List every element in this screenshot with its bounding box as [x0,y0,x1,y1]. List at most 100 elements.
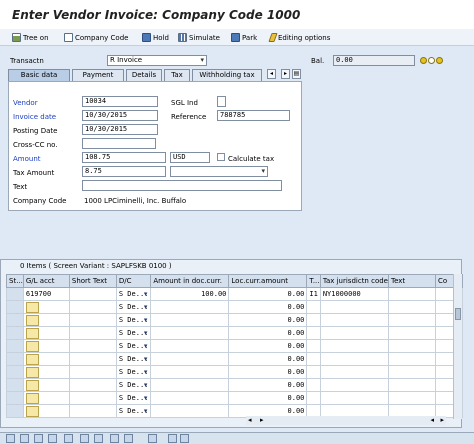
tab-scroll-right-icon[interactable]: ▸ [281,69,290,79]
tab-basic-data[interactable]: Basic data [8,69,70,81]
row-selector[interactable] [6,352,24,366]
column-header-amount-doc[interactable]: Amount in doc.curr. [150,274,230,288]
amount-doc-cell[interactable] [150,378,230,392]
tax-jurisdiction-cell[interactable] [319,326,389,340]
short-text-cell[interactable] [68,378,117,392]
amount-doc-cell[interactable] [150,313,230,327]
delete-row-icon[interactable] [48,434,57,443]
tax-code-cell[interactable] [306,365,321,379]
tab-details[interactable]: Details [126,69,162,81]
filter-icon[interactable] [110,434,119,443]
loc-amount-cell[interactable]: 0.00 [228,352,308,366]
dc-cell[interactable]: S De... [115,300,152,314]
dc-cell[interactable]: S De... [115,326,152,340]
gl-acct-cell[interactable] [22,326,70,340]
sgl-ind-input[interactable] [217,96,226,107]
gl-acct-cell[interactable] [22,378,70,392]
short-text-cell[interactable] [68,352,117,366]
text-cell[interactable] [387,352,436,366]
loc-amount-cell[interactable]: 0.00 [228,365,308,379]
scroll-left-icon[interactable]: ◂ [248,416,252,424]
vendor-input[interactable]: 10034 [82,96,158,107]
text-cell[interactable] [387,365,436,379]
account-box[interactable] [25,405,39,417]
gl-acct-cell[interactable] [22,352,70,366]
calculate-tax-checkbox[interactable] [217,153,225,161]
short-text-cell[interactable] [68,287,117,301]
tab-tax[interactable]: Tax [164,69,190,81]
layout-icon[interactable] [148,434,157,443]
account-box[interactable] [25,314,39,326]
tab-list-icon[interactable]: ▤ [292,69,301,79]
text-cell[interactable] [387,300,436,314]
column-header-status[interactable]: St... [6,274,24,288]
column-header-loc-amount[interactable]: Loc.curr.amount [228,274,308,288]
tax-code-cell[interactable] [306,339,321,353]
tax-jurisdiction-cell[interactable]: NY1000000 [319,287,389,301]
loc-amount-cell[interactable]: 0.00 [228,378,308,392]
company-code-button[interactable]: Company Code [64,32,128,43]
copy-row-icon[interactable] [64,434,73,443]
tab-withholding-tax[interactable]: Withholding tax [192,69,262,81]
tax-jurisdiction-cell[interactable] [319,339,389,353]
dc-cell[interactable]: S De... [115,313,152,327]
row-selector[interactable] [6,326,24,340]
hold-button[interactable]: Hold [142,32,169,43]
column-header-short-text[interactable]: Short Text [68,274,117,288]
sort-ascending-icon[interactable] [80,434,89,443]
amount-doc-cell[interactable] [150,326,230,340]
gl-acct-cell[interactable] [22,391,70,405]
tax-code-cell[interactable] [306,326,321,340]
currency-input[interactable]: USD [170,152,210,163]
short-text-cell[interactable] [68,326,117,340]
table-row[interactable]: 619700 S De...100.000.00I1NY1000000 [6,287,463,301]
grid-horizontal-scrollbar[interactable]: ◂ ▸ ◂ ▸ [246,416,446,425]
row-selector[interactable] [6,300,24,314]
scrollbar-thumb[interactable] [455,308,461,320]
transactn-select[interactable]: R Invoice [107,55,207,66]
account-box[interactable] [25,353,39,365]
tax-jurisdiction-cell[interactable] [319,352,389,366]
table-row[interactable]: S De... 0.00 [6,391,463,405]
row-selector[interactable] [6,391,24,405]
text-cell[interactable] [387,378,436,392]
loc-amount-cell[interactable]: 0.00 [228,391,308,405]
text-cell[interactable] [387,391,436,405]
tax-jurisdiction-cell[interactable] [319,391,389,405]
amount-doc-cell[interactable]: 100.00 [150,287,230,301]
scroll-right-icon[interactable]: ▸ [260,416,264,424]
amount-input[interactable]: 108.75 [82,152,166,163]
column-header-dc[interactable]: D/C [115,274,152,288]
insert-row-icon[interactable] [34,434,43,443]
gl-acct-cell[interactable] [22,365,70,379]
cross-cc-input[interactable] [82,138,156,149]
park-button[interactable]: Park [231,32,257,43]
simulate-button[interactable]: Simulate [178,32,220,43]
scroll-right-icon[interactable]: ▸ [440,416,444,424]
tax-code-cell[interactable] [306,300,321,314]
total-icon[interactable] [124,434,133,443]
dc-cell[interactable]: S De... [115,287,152,301]
row-selector[interactable] [6,365,24,379]
text-cell[interactable] [387,326,436,340]
tax-jurisdiction-cell[interactable] [319,300,389,314]
loc-amount-cell[interactable]: 0.00 [228,287,308,301]
short-text-cell[interactable] [68,339,117,353]
loc-amount-cell[interactable]: 0.00 [228,339,308,353]
settings-icon[interactable] [180,434,189,443]
column-header-gl-acct[interactable]: G/L acct [22,274,70,288]
table-row[interactable]: S De... 0.00 [6,313,463,327]
select-all-icon[interactable] [6,434,15,443]
table-row[interactable]: S De... 0.00 [6,300,463,314]
short-text-cell[interactable] [68,313,117,327]
column-header-text[interactable]: Text [387,274,436,288]
gl-acct-cell[interactable] [22,313,70,327]
loc-amount-cell[interactable]: 0.00 [228,326,308,340]
short-text-cell[interactable] [68,391,117,405]
scroll-left-icon[interactable]: ◂ [430,416,434,424]
tree-on-button[interactable]: Tree on [12,32,49,43]
row-selector[interactable] [6,404,24,418]
dc-cell[interactable]: S De... [115,365,152,379]
posting-date-input[interactable]: 10/30/2015 [82,124,158,135]
amount-doc-cell[interactable] [150,365,230,379]
